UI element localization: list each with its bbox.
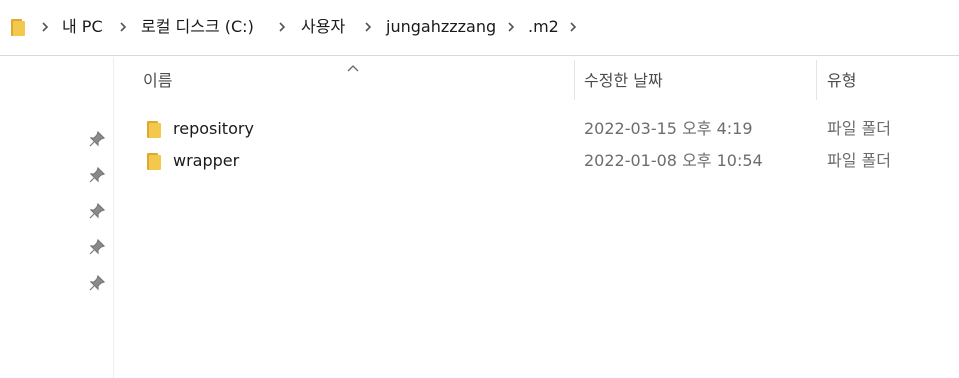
column-header-name[interactable]: 이름 [143,60,172,102]
file-name[interactable]: repository [173,113,254,145]
file-name[interactable]: wrapper [173,145,239,177]
chevron-right-icon[interactable] [38,17,52,37]
pin-icon[interactable] [89,202,106,219]
chevron-right-icon[interactable] [116,17,130,37]
pin-icon[interactable] [89,274,106,291]
sort-ascending-icon [346,58,360,72]
breadcrumb-item-user-folder[interactable]: jungahzzzang [386,17,496,37]
breadcrumb-item-local-disk[interactable]: 로컬 디스크 (C:) [141,17,254,37]
file-type: 파일 폴더 [827,151,891,170]
pin-icon[interactable] [89,130,106,147]
column-header-date-modified[interactable]: 수정한 날짜 [584,60,663,102]
file-date-modified: 2022-01-08 오후 10:54 [584,151,763,170]
chevron-right-icon[interactable] [504,17,518,37]
breadcrumb-item-users[interactable]: 사용자 [301,17,345,37]
pane-divider[interactable] [113,57,114,378]
column-divider[interactable] [574,60,575,100]
breadcrumb-item-this-pc[interactable]: 내 PC [62,17,103,37]
chevron-right-icon[interactable] [275,17,289,37]
file-row[interactable]: repository 2022-03-15 오후 4:19 파일 폴더 [138,113,959,145]
chevron-right-icon[interactable] [566,17,580,37]
folder-icon [146,151,162,171]
pin-icon[interactable] [89,166,106,183]
file-type: 파일 폴더 [827,119,891,138]
file-row[interactable]: wrapper 2022-01-08 오후 10:54 파일 폴더 [138,145,959,177]
pin-icon[interactable] [89,238,106,255]
file-date-modified: 2022-03-15 오후 4:19 [584,119,753,138]
breadcrumb-item-m2[interactable]: .m2 [528,17,559,37]
address-bar[interactable]: 내 PC 로컬 디스크 (C:) 사용자 jungahzzzang .m2 [0,0,959,56]
folder-icon [146,119,162,139]
folder-icon [10,17,26,37]
file-explorer-window: 내 PC 로컬 디스크 (C:) 사용자 jungahzzzang .m2 이름… [0,0,959,378]
chevron-right-icon[interactable] [361,17,375,37]
column-divider[interactable] [816,60,817,100]
column-header-type[interactable]: 유형 [827,60,856,102]
